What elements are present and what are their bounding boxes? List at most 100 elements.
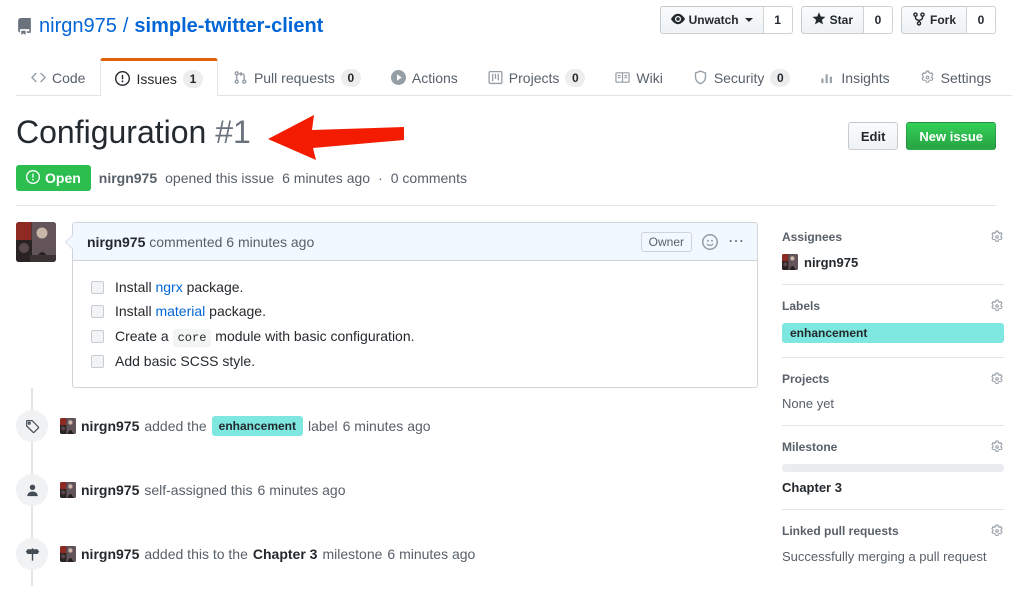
tab-label: Code: [52, 69, 86, 86]
projects-title: Projects: [782, 372, 830, 386]
chevron-down-icon: [744, 18, 753, 22]
comment-body: Install ngrx package. Install material pa…: [73, 261, 757, 387]
gear-icon[interactable]: [990, 440, 1004, 454]
issue-title-text: Configuration: [16, 114, 207, 150]
gear-icon[interactable]: [990, 524, 1004, 538]
avatar: [60, 482, 76, 499]
task-checkbox[interactable]: [91, 329, 104, 343]
avatar: [60, 418, 76, 435]
labels-title: Labels: [782, 299, 821, 313]
person-icon: [16, 474, 48, 507]
star-icon: [812, 11, 826, 29]
comment-time: 6 minutes ago: [226, 233, 315, 250]
task-text-suffix: package.: [205, 303, 266, 320]
issue-opened-icon: [115, 71, 131, 86]
task-text-prefix: Add basic SCSS style.: [115, 352, 256, 369]
gear-icon[interactable]: [990, 230, 1004, 244]
milestone-value[interactable]: Chapter 3: [782, 480, 1004, 495]
timeline-event: nirgn975 added the enhancement label 6 minut…: [16, 394, 758, 458]
task-label: Create a core module with basic configur…: [115, 325, 415, 348]
task-label: Add basic SCSS style.: [115, 350, 255, 372]
tab-label: Projects: [508, 69, 560, 86]
gear-icon: [920, 70, 935, 85]
tag-icon: [16, 410, 48, 443]
issue-comment-count: 0 comments: [390, 170, 467, 186]
repo-book-icon: [16, 17, 33, 35]
task-label: Install material package.: [115, 300, 266, 322]
edit-button[interactable]: Edit: [847, 122, 899, 150]
task-link[interactable]: ngrx: [155, 279, 182, 295]
kebab-horizontal-icon[interactable]: ⋯: [728, 233, 745, 250]
star-label: Star: [829, 13, 853, 27]
gear-icon[interactable]: [990, 299, 1004, 313]
repo-owner-link[interactable]: nirgn975: [39, 14, 117, 38]
page-title: Configuration #1: [16, 112, 251, 152]
tab-insights[interactable]: Insights: [805, 58, 904, 96]
timeline-event-user[interactable]: nirgn975: [81, 418, 139, 434]
task-checkbox[interactable]: [91, 354, 104, 368]
task-list-item: Create a core module with basic configur…: [87, 324, 743, 349]
status-badge-label: Open: [45, 170, 81, 186]
shield-icon: [693, 70, 708, 85]
task-checkbox[interactable]: [91, 305, 104, 319]
task-list-item: Add basic SCSS style.: [87, 349, 743, 373]
repo-header: nirgn975 / simple-twitter-client Unwatch…: [0, 0, 1012, 96]
tab-pull-requests[interactable]: Pull requests 0: [218, 58, 376, 96]
task-link[interactable]: material: [155, 303, 205, 319]
repo-nav-tabs: Code Issues 1 Pull requests 0 Actions Projects…: [16, 58, 1012, 96]
status-badge[interactable]: Open: [16, 165, 91, 191]
timeline-event-user[interactable]: nirgn975: [81, 482, 139, 498]
issue-sidebar: Assignees nirgn975 Labels enhancement Pr…: [782, 222, 1004, 586]
smiley-icon[interactable]: [702, 233, 718, 250]
tab-actions[interactable]: Actions: [376, 58, 473, 96]
issue-author[interactable]: nirgn975: [99, 170, 157, 186]
watch-count[interactable]: 1: [762, 6, 793, 34]
milestone-progress-bar: [782, 464, 1004, 472]
tab-projects[interactable]: Projects 0: [473, 58, 601, 96]
linked-prs-title: Linked pull requests: [782, 524, 899, 538]
timeline-event-user[interactable]: nirgn975: [81, 546, 139, 562]
fork-label: Fork: [929, 13, 956, 27]
tab-label: Wiki: [636, 69, 663, 86]
star-button[interactable]: Star: [800, 6, 863, 34]
tab-counter: 0: [770, 68, 791, 87]
label-chip-enhancement[interactable]: enhancement: [211, 416, 304, 437]
task-checkbox[interactable]: [91, 281, 104, 294]
comment-box: nirgn975 commented 6 minutes ago Owner ⋯: [65, 222, 758, 389]
code-icon: [31, 70, 46, 85]
issue-title-actions: Edit New issue: [847, 112, 996, 150]
assignee-item[interactable]: nirgn975: [782, 254, 1004, 270]
tab-security[interactable]: Security 0: [678, 58, 806, 96]
comment-header-right: Owner ⋯: [640, 231, 745, 252]
unwatch-button[interactable]: Unwatch: [659, 6, 763, 34]
sidebar-section-labels: Labels enhancement: [782, 284, 1004, 357]
tab-issues[interactable]: Issues 1: [100, 58, 218, 96]
fork-count[interactable]: 0: [966, 6, 996, 34]
assignee-name: nirgn975: [804, 254, 859, 270]
sidebar-section-assignees: Assignees nirgn975: [782, 222, 1004, 284]
owner-badge[interactable]: Owner: [640, 231, 692, 252]
sidebar-section-projects: Projects None yet: [782, 357, 1004, 425]
unwatch-label: Unwatch: [688, 13, 739, 27]
avatar[interactable]: [16, 222, 56, 262]
issue-meta-separator: ·: [378, 170, 383, 186]
sidebar-section-linked-prs: Linked pull requests Successfully mergin…: [782, 509, 1004, 580]
repo-separator: /: [122, 15, 129, 37]
repo-name-link[interactable]: simple-twitter-client: [134, 14, 323, 38]
comment-header: nirgn975 commented 6 minutes ago Owner ⋯: [73, 223, 757, 261]
star-count[interactable]: 0: [862, 6, 893, 34]
issue-number: #1: [215, 114, 251, 150]
tab-code[interactable]: Code: [16, 58, 100, 96]
tab-wiki[interactable]: Wiki: [600, 58, 677, 96]
comment-author[interactable]: nirgn975: [87, 234, 145, 250]
tab-settings[interactable]: Settings: [905, 58, 1007, 96]
comment-header-left: nirgn975 commented 6 minutes ago: [87, 234, 314, 250]
fork-button[interactable]: Fork: [900, 6, 966, 34]
milestone-icon: [16, 538, 48, 571]
tab-counter: 1: [182, 69, 203, 88]
timeline-event-after: milestone: [322, 546, 383, 563]
new-issue-button[interactable]: New issue: [906, 122, 996, 150]
timeline-event-milestone[interactable]: Chapter 3: [253, 546, 318, 562]
label-chip-enhancement[interactable]: enhancement: [782, 323, 1004, 343]
gear-icon[interactable]: [990, 372, 1004, 386]
